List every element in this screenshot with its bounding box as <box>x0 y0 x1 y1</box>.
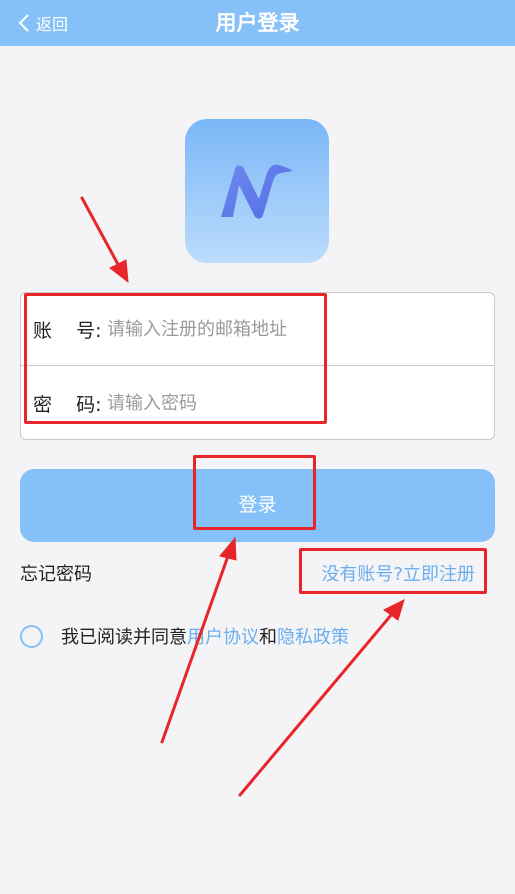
user-agreement-link[interactable]: 用户协议 <box>187 623 259 649</box>
annotation-box-register <box>299 548 487 594</box>
agreement-row: 我已阅读并同意 用户协议 和 隐私政策 <box>20 622 349 650</box>
annotation-arrow-1 <box>80 196 122 270</box>
annotation-arrowhead-1 <box>109 259 129 284</box>
agreement-conjunction: 和 <box>259 627 277 648</box>
agreement-radio[interactable] <box>20 624 43 648</box>
privacy-policy-link[interactable]: 隐私政策 <box>277 623 349 649</box>
forgot-password-link[interactable]: 忘记密码 <box>20 560 92 586</box>
login-page: 返回 用户登录 账 号: 密 码: 登录 忘记密码 没有账号?立即注册 <box>0 0 515 894</box>
app-logo <box>185 119 329 263</box>
page-title: 用户登录 <box>215 11 300 35</box>
annotation-arrowhead-3 <box>383 599 405 621</box>
annotation-box-login <box>193 455 316 530</box>
top-bar: 返回 用户登录 <box>0 0 515 46</box>
app-logo-n-icon <box>221 164 293 219</box>
agreement-prefix: 我已阅读并同意 <box>61 627 187 648</box>
annotation-box-fields <box>24 293 327 424</box>
